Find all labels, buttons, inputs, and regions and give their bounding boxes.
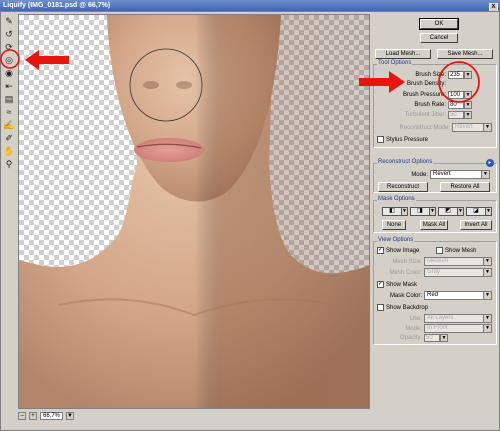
use-select: All Layers ▼ [424, 314, 492, 323]
annotation-overlay-left [0, 49, 69, 70]
mask-intersect-dropdown[interactable]: ▼ [486, 207, 492, 216]
stylus-pressure-label: Stylus Pressure [386, 136, 429, 143]
annotation-arrow-right [359, 71, 405, 93]
reconstruct-mode-label-2: Mode: [411, 171, 428, 178]
chevron-down-icon: ▼ [483, 325, 491, 332]
zoom-icon[interactable]: ⚲ [3, 158, 15, 170]
show-mask-label: Show Mask [386, 281, 418, 288]
use-value: All Layers [427, 315, 454, 321]
mask-color-select[interactable]: Red ▼ [424, 291, 492, 300]
freeze-mask-icon[interactable]: ✍ [3, 119, 15, 131]
thaw-mask-icon[interactable]: ✐ [3, 132, 15, 144]
reconstruct-mode-select: Revert ▼ [452, 123, 492, 132]
mask-none-button[interactable]: None [382, 220, 406, 230]
zoom-out-button[interactable]: – [18, 411, 26, 420]
annotation-circle-tool [0, 49, 20, 69]
show-mask-checkbox[interactable]: ✓ [377, 281, 384, 288]
mesh-size-label: Mesh Size: [392, 258, 422, 265]
forward-warp-icon[interactable]: ✎ [3, 15, 15, 27]
mask-add-dropdown[interactable]: ▼ [430, 207, 436, 216]
annotation-overlay-right [359, 61, 480, 103]
turbulent-jitter-label: Turbulent Jitter: [404, 112, 446, 118]
mesh-color-label: Mesh Color: [389, 269, 422, 276]
status-bar: – + 66,7% ▼ [18, 411, 370, 420]
chevron-down-icon: ▼ [483, 315, 491, 322]
stylus-pressure-checkbox[interactable] [377, 136, 384, 143]
ok-button[interactable]: OK [419, 18, 459, 30]
opacity-label: Opacity: [399, 335, 422, 341]
mask-options-title: Mask Options [377, 196, 416, 202]
zoom-dropdown[interactable]: ▼ [66, 411, 75, 420]
mask-replace-dropdown[interactable]: ▼ [402, 207, 408, 216]
reconstruct-mode-value: Revert [455, 124, 473, 130]
annotation-circle-brush-size [438, 61, 480, 103]
mask-color-value: Red [427, 292, 439, 298]
chevron-down-icon: ▼ [483, 269, 491, 276]
view-options-group: View Options ✓ Show Image Show Mesh Mesh… [373, 237, 497, 345]
opacity-input: 50 [424, 334, 440, 342]
reconstruct-options-group: Reconstruct Options ▸ Mode: Revert ▼ Reco… [373, 159, 497, 193]
view-options-title: View Options [377, 237, 415, 243]
info-icon[interactable]: ▸ [486, 159, 494, 167]
backdrop-mode-select: In Front ▼ [424, 324, 492, 333]
mask-color-label: Mask Color: [389, 292, 422, 299]
show-mesh-checkbox[interactable] [436, 247, 443, 254]
restore-all-button[interactable]: Restore All [440, 182, 490, 192]
show-backdrop-label: Show Backdrop [386, 304, 429, 311]
show-image-label: Show Image [386, 247, 420, 254]
turbulent-jitter-dropdown: ▼ [464, 111, 472, 119]
turbulence-icon[interactable]: ≈ [3, 106, 15, 118]
mask-subtract-dropdown[interactable]: ▼ [458, 207, 464, 216]
invert-all-button[interactable]: Invert All [460, 220, 492, 230]
mask-add-icon[interactable]: ◨ [410, 207, 430, 216]
mesh-size-select: Medium ▼ [424, 257, 492, 266]
backdrop-mode-label: Mode: [405, 325, 422, 332]
reconstruct-mode-value-2: Revert [433, 171, 451, 177]
mask-intersect-icon[interactable]: ◪ [466, 207, 486, 216]
reconstruct-icon[interactable]: ↺ [3, 28, 15, 40]
zoom-in-button[interactable]: + [29, 411, 37, 420]
use-label: Use: [409, 315, 422, 322]
liquify-dialog: ✎ ↺ ⟳ ◎ ◉ ⇤ ▤ ≈ ✍ ✐ ✋ ⚲ – + 66,7% ▼ OK C… [0, 11, 500, 431]
mask-replace-icon[interactable]: ◧ [382, 207, 402, 216]
mesh-size-value: Medium [427, 258, 449, 264]
mask-all-button[interactable]: Mask All [420, 220, 448, 230]
backdrop-mode-value: In Front [427, 325, 448, 331]
mask-subtract-icon[interactable]: ◩ [438, 207, 458, 216]
mesh-color-value: Gray [427, 269, 441, 275]
reconstruct-mode-select-2[interactable]: Revert ▼ [430, 170, 490, 179]
reconstruct-button[interactable]: Reconstruct [378, 182, 428, 192]
hand-icon[interactable]: ✋ [3, 145, 15, 157]
opacity-dropdown: ▼ [440, 334, 448, 342]
chevron-down-icon: ▼ [483, 124, 491, 131]
chevron-down-icon: ▼ [483, 258, 491, 265]
show-image-checkbox[interactable]: ✓ [377, 247, 384, 254]
show-mesh-label: Show Mesh [445, 247, 477, 254]
show-backdrop-checkbox[interactable] [377, 304, 384, 311]
cancel-button[interactable]: Cancel [420, 33, 458, 43]
zoom-level[interactable]: 66,7% [40, 411, 64, 420]
title-bar: Liquify (IMG_0181.psd @ 66,7%) X [0, 0, 500, 12]
chevron-down-icon: ▼ [483, 292, 491, 299]
annotation-arrow-left [25, 50, 69, 70]
turbulent-jitter-input: 50 [448, 111, 464, 119]
window-title: Liquify (IMG_0181.psd @ 66,7%) [3, 2, 111, 9]
chevron-down-icon: ▼ [481, 171, 489, 178]
mask-options-group: Mask Options ◧ ▼ ◨ ▼ ◩ ▼ ◪ ▼ None Mask All I… [373, 196, 497, 233]
reconstruct-mode-label: Reconstruct Mode: [399, 124, 450, 131]
reconstruct-options-title: Reconstruct Options [377, 159, 434, 165]
mesh-color-select: Gray ▼ [424, 268, 492, 277]
